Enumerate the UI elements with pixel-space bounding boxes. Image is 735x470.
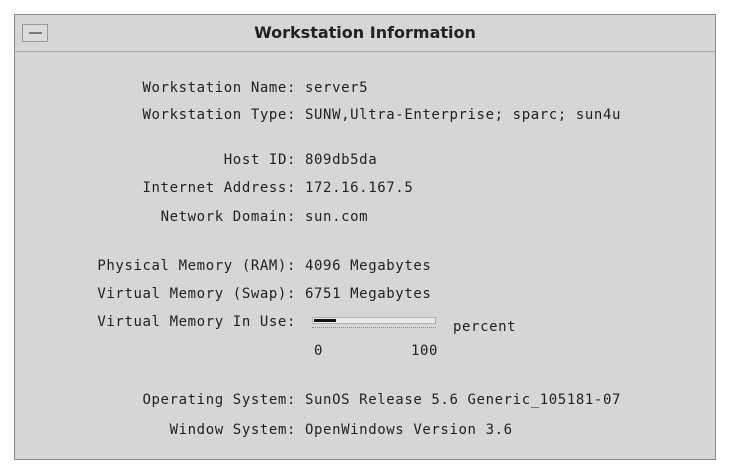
- window-system-label: Window System:: [169, 422, 296, 438]
- virtual-memory-meter: [312, 315, 438, 341]
- virtual-memory-value: 6751 Megabytes: [305, 286, 432, 302]
- network-domain-value: sun.com: [305, 209, 369, 225]
- host-id-label: Host ID:: [223, 152, 296, 168]
- operating-system-value: SunOS Release 5.6 Generic_105181-07: [305, 392, 622, 408]
- meter-fill: [314, 319, 336, 322]
- virtual-memory-in-use-label: Virtual Memory In Use:: [97, 314, 296, 330]
- workstation-name-label: Workstation Name:: [142, 80, 296, 96]
- physical-memory-label: Physical Memory (RAM):: [97, 258, 296, 274]
- meter-track: [312, 317, 436, 324]
- internet-address-label: Internet Address:: [142, 180, 296, 196]
- operating-system-label: Operating System:: [142, 392, 296, 408]
- window-title: Workstation Information: [254, 23, 476, 42]
- physical-memory-value: 4096 Megabytes: [305, 258, 432, 274]
- window-system-value: OpenWindows Version 3.6: [305, 422, 513, 438]
- meter-unit-label: percent: [453, 319, 517, 335]
- internet-address-value: 172.16.167.5: [305, 180, 414, 196]
- network-domain-label: Network Domain:: [160, 209, 296, 225]
- workstation-name-value: server5: [305, 80, 369, 96]
- workstation-info-window: Workstation Information Workstation Name…: [14, 14, 716, 460]
- meter-max-label: 100: [411, 343, 439, 359]
- virtual-memory-label: Virtual Memory (Swap):: [97, 286, 296, 302]
- title-bar: Workstation Information: [15, 15, 715, 52]
- meter-min-label: 0: [314, 343, 324, 359]
- meter-ticks: [312, 327, 436, 332]
- host-id-value: 809db5da: [305, 152, 378, 168]
- workstation-type-value: SUNW,Ultra-Enterprise; sparc; sun4u: [305, 107, 622, 123]
- workstation-type-label: Workstation Type:: [142, 107, 296, 123]
